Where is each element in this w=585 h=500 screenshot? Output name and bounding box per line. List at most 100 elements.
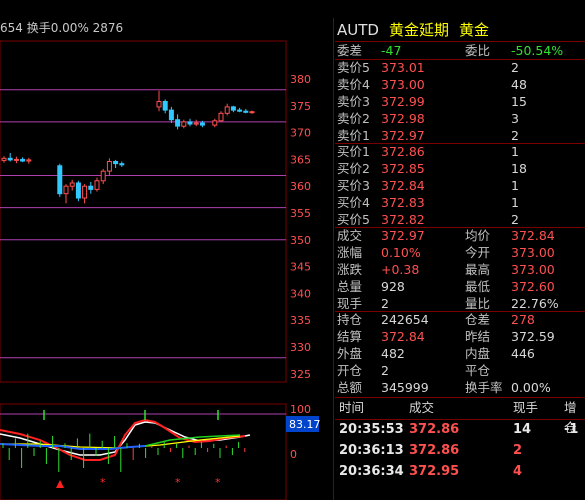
candle-up [156, 101, 162, 108]
sell-volume: 48 [511, 77, 527, 92]
stat-value: 373.00 [511, 245, 555, 260]
stat-value: 2 [381, 296, 389, 311]
stat-label: 总量 [337, 279, 363, 294]
buy-label: 买价5 [337, 212, 370, 227]
candle-down [119, 163, 125, 166]
stat-label: 今开 [465, 245, 491, 260]
stat-label: 开仓 [337, 363, 363, 378]
candle-down [162, 101, 168, 111]
tick-price: 372.95 [409, 464, 460, 479]
tick-time: 20:36:13 [339, 443, 404, 458]
stat-label: 均价 [465, 228, 491, 243]
buy-volume: 1 [511, 178, 519, 193]
stat-value: +0.38 [381, 262, 420, 277]
instrument-title: AUTD 黄金延期 黄金 [337, 18, 489, 42]
stats1-row: 涨幅 0.10% 今开 373.00 [335, 244, 585, 261]
stat-value: 372.84 [511, 228, 555, 243]
candle-up [249, 111, 255, 114]
sell-label: 卖价2 [337, 111, 370, 126]
sell-row: 卖价4 373.00 48 [335, 76, 585, 93]
sell-volume: 15 [511, 94, 527, 109]
stat-value: 278 [511, 312, 535, 327]
stat-label: 换手率 [465, 380, 503, 395]
ticks-header-vol: 现手 [513, 400, 539, 415]
stat-value: 373.00 [511, 262, 555, 277]
price-axis-label: 375 [290, 100, 311, 113]
candle-down [168, 109, 174, 121]
indicator-frame [0, 403, 287, 500]
candle-down [113, 161, 119, 165]
buy-price: 372.85 [381, 161, 425, 176]
tick-row: 20:36:13 372.86 2 [335, 441, 585, 461]
tick-volume: 2 [513, 443, 523, 458]
buy-price: 372.84 [381, 178, 425, 193]
ticks-header-time: 时间 [339, 400, 365, 415]
candle-up [218, 112, 224, 122]
candle-down [75, 182, 81, 199]
price-axis-label: 355 [290, 207, 311, 220]
price-axis-label: 335 [290, 314, 311, 327]
weicha-label: 委差 [337, 43, 363, 58]
candle-up [69, 182, 75, 187]
price-axis-label: 365 [290, 153, 311, 166]
stat-label: 涨跌 [337, 262, 363, 277]
panel-divider [333, 18, 334, 500]
candle-down [199, 122, 205, 126]
buy-row: 买价1 372.86 1 [335, 143, 585, 160]
candle-up [26, 159, 32, 162]
stat-value: 0.10% [381, 245, 421, 260]
kline-chart[interactable]: 380 375 370 365 360 355 350 345 340 335 330 325 * * *… [0, 0, 333, 500]
weicha-row: 委差 -47 委比 -50.54% [335, 42, 585, 59]
buy-row: 买价5 372.82 2 [335, 211, 585, 228]
sell-price: 372.99 [381, 94, 425, 109]
sell-volume: 3 [511, 111, 519, 126]
sell-label: 卖价4 [337, 77, 370, 92]
candle-up [100, 170, 106, 182]
buy-price: 372.82 [381, 212, 425, 227]
stat-value: 372.97 [381, 228, 425, 243]
buy-signal-arrow [56, 480, 64, 488]
candle-up [212, 120, 218, 126]
stats1-row: 成交 372.97 均价 372.84 [335, 227, 585, 244]
tick-row: 20:36:34 372.95 4 [335, 462, 585, 482]
buy-volume: 2 [511, 212, 519, 227]
stat-value: 372.60 [511, 279, 555, 294]
tick-time: 20:35:53 [339, 422, 404, 437]
stat-label: 外盘 [337, 346, 363, 361]
price-axis-label: 360 [290, 180, 311, 193]
buy-volume: 18 [511, 161, 527, 176]
candle-up [94, 180, 100, 190]
candle-up [13, 158, 19, 161]
buy-label: 买价4 [337, 195, 370, 210]
candle-up [193, 122, 199, 125]
price-axis-label: 330 [290, 341, 311, 354]
sell-label: 卖价1 [337, 128, 370, 143]
quote-panel: AUTD 黄金延期 黄金 委差 -47 委比 -50.54% 卖价5 373.01 2 卖… [335, 18, 585, 500]
sell-volume: 2 [511, 128, 519, 143]
stat-label: 最低 [465, 279, 491, 294]
stats2-row: 外盘 482 内盘 446 [335, 345, 585, 362]
tick-change: -1 [564, 422, 579, 437]
tick-row: 20:35:53 372.86 14 -1 [335, 420, 585, 440]
sell-row: 卖价2 372.98 3 [335, 110, 585, 127]
candle-down [57, 165, 63, 195]
stat-label: 最高 [465, 262, 491, 277]
candle-up [106, 161, 112, 172]
sell-row: 卖价1 372.97 2 [335, 127, 585, 144]
signal-glyph: * [100, 476, 106, 489]
tick-volume: 4 [513, 464, 523, 479]
buy-row: 买价3 372.84 1 [335, 177, 585, 194]
sell-label: 卖价5 [337, 60, 370, 75]
candle-down [187, 121, 193, 125]
main-chart-frame [0, 40, 287, 383]
weicha-value: -47 [381, 43, 402, 58]
buy-label: 买价3 [337, 178, 370, 193]
buy-price: 372.83 [381, 195, 425, 210]
weibi-value: -50.54% [511, 43, 564, 58]
instrument-code: AUTD [337, 21, 379, 39]
buy-volume: 1 [511, 144, 519, 159]
sell-price: 372.97 [381, 128, 425, 143]
signal-glyph: * [175, 476, 181, 489]
stat-label: 结算 [337, 329, 363, 344]
tick-volume: 14 [513, 422, 532, 437]
